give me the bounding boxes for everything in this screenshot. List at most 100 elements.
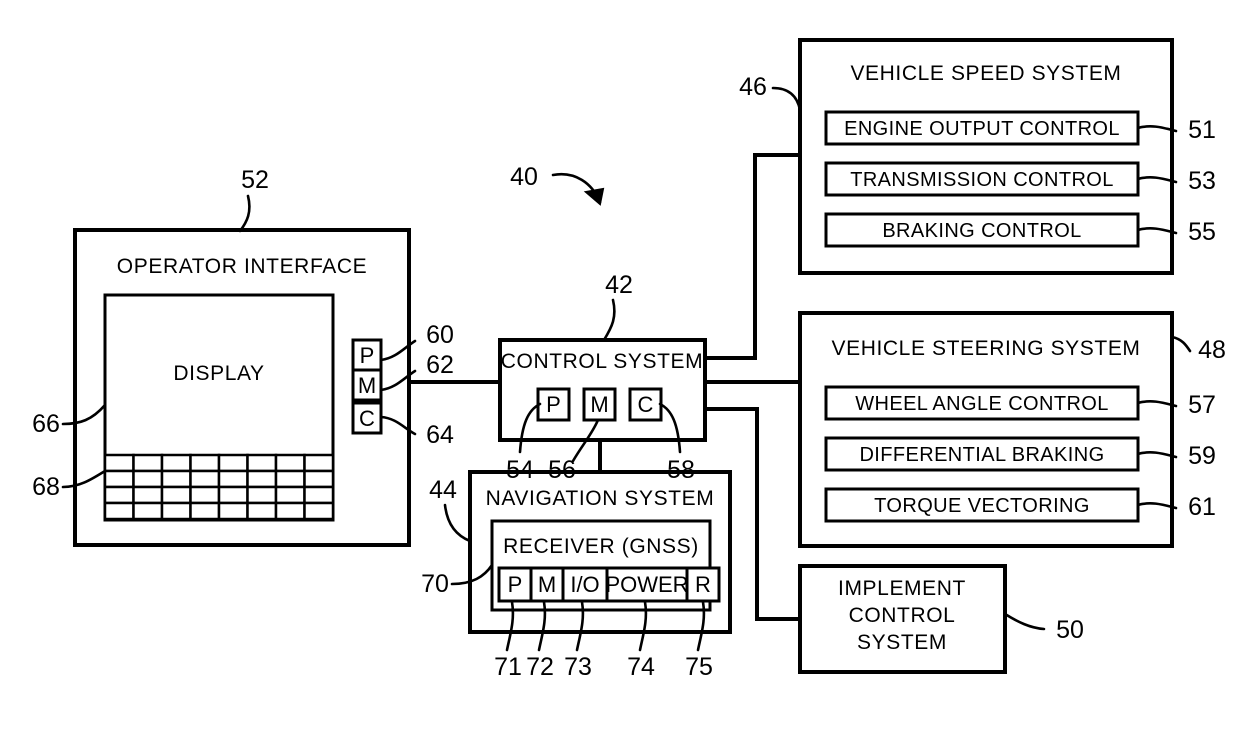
keypad-key[interactable]: [132, 485, 164, 505]
vehicle-speed-system-title: VEHICLE SPEED SYSTEM: [850, 62, 1121, 85]
braking-control-label: BRAKING CONTROL: [882, 220, 1081, 242]
operator-interface-title: OPERATOR INTERFACE: [117, 255, 367, 278]
keypad-grid[interactable]: [103, 453, 335, 521]
keypad-key[interactable]: [189, 485, 221, 505]
keypad-key[interactable]: [160, 453, 192, 473]
ref-51: 51: [1188, 116, 1216, 144]
block-diagram-canvas: OPERATOR INTERFACE DISPLAY P M C CONTROL…: [32, 38, 1226, 681]
receiver-component-power-label: POWER: [605, 572, 688, 597]
keypad-key[interactable]: [246, 485, 278, 505]
keypad-key[interactable]: [303, 485, 335, 505]
operator-button-p-label: P: [360, 343, 375, 368]
operator-button-c-label: C: [359, 406, 375, 431]
keypad-key[interactable]: [303, 453, 335, 473]
keypad-key[interactable]: [217, 501, 249, 521]
vehicle-steering-system-group[interactable]: VEHICLE STEERING SYSTEM WHEEL ANGLE CONT…: [798, 311, 1174, 548]
ref-68: 68: [32, 473, 60, 501]
vehicle-steering-system-title: VEHICLE STEERING SYSTEM: [831, 337, 1140, 360]
control-system-group[interactable]: CONTROL SYSTEM P M C: [498, 338, 707, 442]
ref-75: 75: [685, 653, 713, 681]
leader-46: [771, 86, 802, 112]
ref-48: 48: [1198, 336, 1226, 364]
keypad-key[interactable]: [246, 453, 278, 473]
ref-60: 60: [426, 321, 454, 349]
ref-73: 73: [564, 653, 592, 681]
wheel-angle-control-label: WHEEL ANGLE CONTROL: [855, 393, 1109, 415]
engine-output-control-label: ENGINE OUTPUT CONTROL: [844, 118, 1120, 140]
arrowhead-40: [583, 187, 605, 206]
receiver-component-r-label: R: [695, 572, 711, 597]
torque-vectoring-label: TORQUE VECTORING: [874, 495, 1090, 517]
implement-control-line-3: SYSTEM: [857, 631, 947, 654]
wire-control-to-speed-system: [705, 153, 800, 360]
ref-56: 56: [548, 456, 576, 484]
keypad-key[interactable]: [160, 501, 192, 521]
keypad-key[interactable]: [189, 469, 221, 489]
ref-59: 59: [1188, 442, 1216, 470]
ref-52: 52: [241, 166, 269, 194]
keypad-key[interactable]: [103, 501, 135, 521]
ref-53: 53: [1188, 167, 1216, 195]
keypad-key[interactable]: [303, 469, 335, 489]
operator-interface-group[interactable]: OPERATOR INTERFACE DISPLAY P M C: [73, 228, 411, 547]
ref-44: 44: [429, 476, 457, 504]
ref-66: 66: [32, 410, 60, 438]
receiver-component-io-label: I/O: [570, 572, 599, 597]
keypad-key[interactable]: [160, 485, 192, 505]
keypad-key[interactable]: [132, 453, 164, 473]
control-module-p-label: P: [546, 392, 561, 417]
receiver-component-m-label: M: [538, 572, 556, 597]
keypad-key[interactable]: [189, 453, 221, 473]
ref-46: 46: [739, 73, 767, 101]
keypad-key[interactable]: [217, 485, 249, 505]
leader-50: [1003, 612, 1046, 631]
patent-figure: OPERATOR INTERFACE DISPLAY P M C CONTROL…: [0, 0, 1240, 735]
implement-control-system-group[interactable]: IMPLEMENT CONTROL SYSTEM: [798, 564, 1007, 674]
ref-61: 61: [1188, 493, 1216, 521]
ref-70: 70: [421, 570, 449, 598]
leader-44: [443, 503, 472, 543]
navigation-system-title: NAVIGATION SYSTEM: [486, 487, 715, 510]
leader-48: [1170, 335, 1192, 353]
ref-42: 42: [605, 271, 633, 299]
keypad-key[interactable]: [132, 501, 164, 521]
vehicle-speed-system-group[interactable]: VEHICLE SPEED SYSTEM ENGINE OUTPUT CONTR…: [798, 38, 1174, 275]
keypad-key[interactable]: [103, 453, 135, 473]
operator-button-m-label: M: [358, 373, 376, 398]
receiver-component-p-label: P: [508, 572, 523, 597]
keypad-key[interactable]: [217, 469, 249, 489]
keypad-key[interactable]: [274, 453, 306, 473]
ref-40: 40: [510, 163, 538, 191]
ref-64: 64: [426, 421, 454, 449]
control-module-c-label: C: [638, 392, 654, 417]
differential-braking-label: DIFFERENTIAL BRAKING: [859, 444, 1104, 466]
keypad-key[interactable]: [103, 469, 135, 489]
implement-control-line-2: CONTROL: [849, 604, 956, 627]
ref-58: 58: [667, 456, 695, 484]
leader-42: [602, 298, 616, 342]
keypad-key[interactable]: [303, 501, 335, 521]
keypad-key[interactable]: [246, 469, 278, 489]
keypad-key[interactable]: [274, 469, 306, 489]
ref-50: 50: [1056, 616, 1084, 644]
ref-62: 62: [426, 351, 454, 379]
keypad-key[interactable]: [103, 485, 135, 505]
control-module-m-label: M: [590, 392, 608, 417]
keypad-key[interactable]: [189, 501, 221, 521]
ref-54: 54: [506, 456, 534, 484]
receiver-title: RECEIVER (GNSS): [503, 535, 699, 558]
ref-57: 57: [1188, 391, 1216, 419]
keypad-key[interactable]: [217, 453, 249, 473]
navigation-system-group[interactable]: NAVIGATION SYSTEM RECEIVER (GNSS) P M I/…: [468, 470, 732, 634]
keypad-key[interactable]: [160, 469, 192, 489]
ref-55: 55: [1188, 218, 1216, 246]
keypad-key[interactable]: [274, 501, 306, 521]
keypad-key[interactable]: [274, 485, 306, 505]
leader-52: [238, 194, 251, 233]
ref-72: 72: [526, 653, 554, 681]
transmission-control-label: TRANSMISSION CONTROL: [850, 169, 1114, 191]
keypad-key[interactable]: [132, 469, 164, 489]
ref-71: 71: [494, 653, 522, 681]
keypad-key[interactable]: [246, 501, 278, 521]
ref-74: 74: [627, 653, 655, 681]
